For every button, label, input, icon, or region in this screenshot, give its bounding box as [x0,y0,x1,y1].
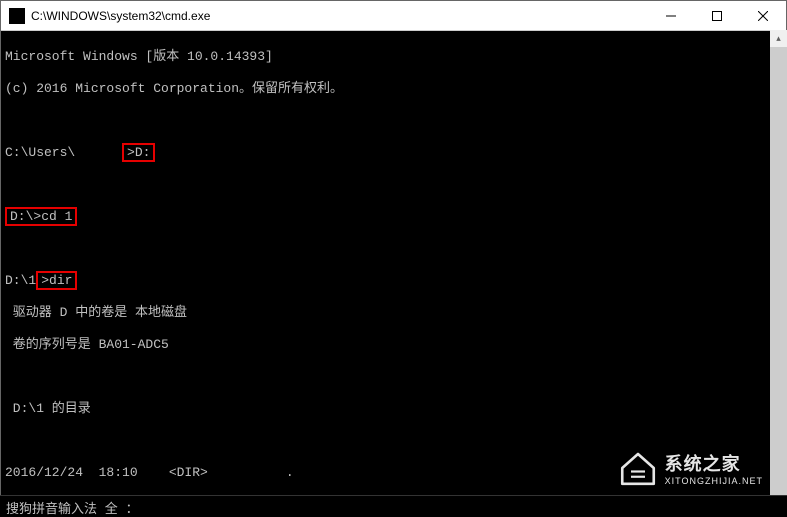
prompt-path-2: D:\ [10,209,33,224]
watermark-sub: XITONGZHIJIA.NET [665,476,763,486]
highlight-cmd-2: D:\>cd 1 [5,207,77,226]
vertical-scrollbar[interactable]: ▴ ▾ [770,30,787,515]
window-title: C:\WINDOWS\system32\cmd.exe [31,9,648,23]
watermark: 系统之家 XITONGZHIJIA.NET [617,447,763,489]
version-line: Microsoft Windows [版本 10.0.14393] [5,49,782,65]
blank-line [5,177,782,193]
close-button[interactable] [740,1,786,30]
copyright-line: (c) 2016 Microsoft Corporation。保留所有权利。 [5,81,782,97]
cmd-2-text: >cd 1 [33,209,72,224]
prompt-line-2: D:\>cd 1 [5,209,782,225]
prompt-path-3: D:\1 [5,273,36,288]
cmd-1-text: >D: [127,145,150,160]
window-controls [648,1,786,30]
cmd-3-text: >dir [41,273,72,288]
house-icon [617,447,659,489]
scroll-track[interactable] [770,47,787,498]
terminal-output[interactable]: Microsoft Windows [版本 10.0.14393] (c) 20… [1,31,786,514]
titlebar[interactable]: C:\WINDOWS\system32\cmd.exe [1,1,786,31]
minimize-button[interactable] [648,1,694,30]
highlight-cmd-1: >D: [122,143,155,162]
watermark-text: 系统之家 XITONGZHIJIA.NET [665,450,763,486]
cmd-icon [9,8,25,24]
blank-line [5,369,782,385]
blank-line [5,113,782,129]
prompt-line-3: D:\1 >dir [5,273,782,289]
prompt-line-1: C:\Users\ >D: [5,145,782,161]
maximize-button[interactable] [694,1,740,30]
prompt-path-1: C:\Users\ [5,145,75,160]
volume-line: 驱动器 D 中的卷是 本地磁盘 [5,305,782,321]
serial-line: 卷的序列号是 BA01-ADC5 [5,337,782,353]
ime-status-bar[interactable]: 搜狗拼音输入法 全 ： [0,495,787,515]
watermark-main: 系统之家 [665,450,763,476]
directory-of-line: D:\1 的目录 [5,401,782,417]
scroll-thumb[interactable] [770,47,787,498]
highlight-cmd-3: >dir [36,271,77,290]
scroll-up-arrow[interactable]: ▴ [770,30,787,47]
blank-line [5,241,782,257]
cmd-window: C:\WINDOWS\system32\cmd.exe Microsoft Wi… [0,0,787,515]
